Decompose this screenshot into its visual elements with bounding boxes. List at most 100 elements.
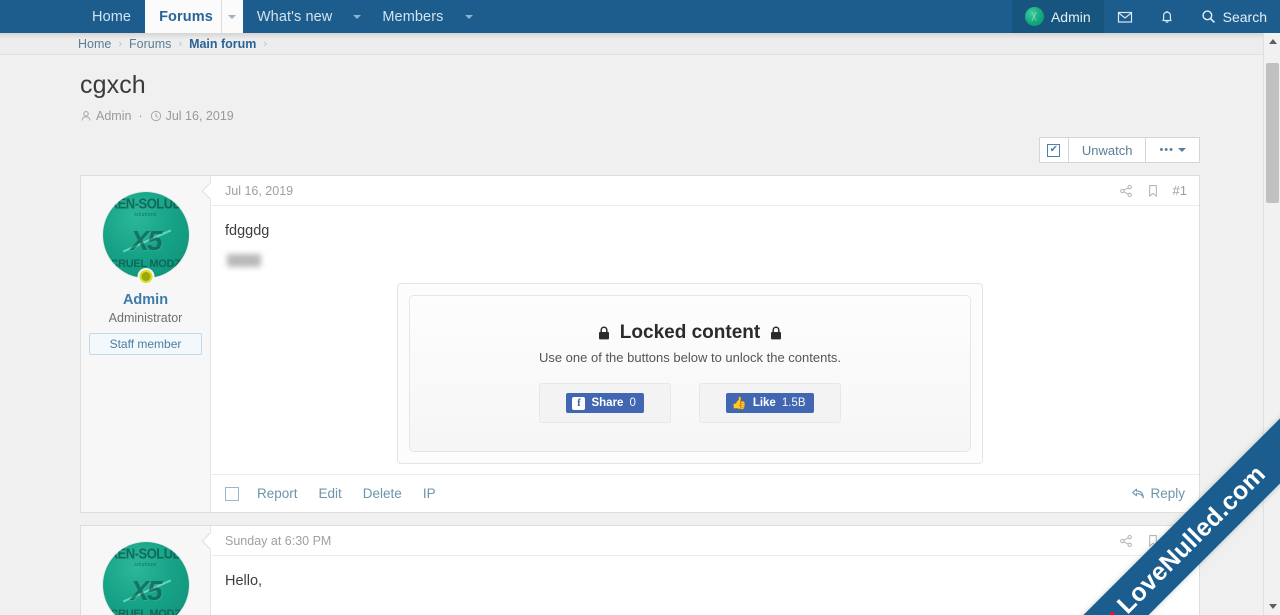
locked-content-box: Locked content Use one of the buttons be… [397, 283, 983, 465]
nav-item-members-label: Members [382, 8, 444, 25]
avatar[interactable]: XEN-SOLUD solutions X5 CRUEL MODZ [102, 542, 189, 615]
nav-item-members[interactable]: Members [368, 0, 457, 33]
locked-content-buttons: f Share 0 👍 Like 1.5B [420, 383, 960, 424]
thread-meta-separator: · [138, 109, 143, 123]
facebook-share-label: Share [591, 397, 624, 410]
page-root: Home Forums What's new Members Admin Sea… [0, 0, 1280, 615]
thread-author[interactable]: Admin [96, 109, 131, 123]
breadcrumb: Home › Forums › Main forum › [0, 33, 1280, 55]
nav-alerts-button[interactable] [1146, 0, 1188, 33]
avatar-logo-text: X5 [130, 575, 162, 607]
post-1-date[interactable]: Jul 16, 2019 [225, 184, 293, 198]
post-1-report-link[interactable]: Report [257, 486, 298, 501]
share-icon[interactable] [1119, 184, 1133, 198]
facebook-like-count: 1.5B [781, 397, 806, 410]
locked-content-title: Locked content [619, 322, 761, 344]
locked-content-subtitle: Use one of the buttons below to unlock t… [538, 350, 842, 366]
thread-more-menu-button[interactable]: ••• [1145, 137, 1200, 163]
watch-button-group: ✔ Unwatch ••• [1038, 137, 1200, 163]
page-scrollbar[interactable] [1263, 33, 1280, 615]
post-1-blurred-element [227, 254, 261, 268]
post-1-staff-badge: Staff member [89, 333, 202, 355]
page-content: cgxch Admin · Jul 16, 2019 ✔ Unwatch •••… [0, 71, 1280, 615]
post-1-author-panel: XEN-SOLUD solutions X5 CRUEL MODZ Admin … [81, 176, 211, 513]
post-1-header-actions: #1 [1119, 183, 1187, 198]
locked-content-inner: Locked content Use one of the buttons be… [409, 295, 971, 453]
post-2-text-line-1: Hello, [225, 573, 263, 590]
post-1-reply-button[interactable]: Reply [1131, 486, 1185, 501]
post-1-author-name[interactable]: Admin [89, 292, 202, 308]
post-1-footer: Report Edit Delete IP Reply [211, 474, 1199, 512]
facebook-like-shell: 👍 Like 1.5B [698, 383, 841, 424]
share-icon[interactable] [1119, 534, 1133, 548]
scrollbar-thumb[interactable] [1266, 63, 1279, 203]
post-1-select-checkbox[interactable] [225, 486, 239, 501]
facebook-like-label: Like [752, 397, 776, 410]
post-1-header: Jul 16, 2019 #1 [211, 176, 1199, 206]
facebook-share-shell: f Share 0 [539, 383, 671, 424]
bookmark-icon[interactable] [1147, 184, 1159, 198]
post-2-avatar-wrap: XEN-SOLUD solutions X5 CRUEL MODZ [102, 542, 189, 615]
facebook-icon: f [572, 396, 586, 410]
search-icon [1202, 10, 1215, 23]
scrollbar-down-arrow[interactable] [1264, 598, 1280, 615]
avatar-logo-text: X5 [130, 225, 162, 256]
post-1-delete-link[interactable]: Delete [363, 486, 402, 501]
facebook-share-count: 0 [629, 397, 636, 410]
bell-icon [1162, 10, 1172, 23]
unwatch-label: Unwatch [1081, 142, 1133, 158]
post-2-main: Sunday at 6:30 PM #2 [201, 526, 1199, 615]
nav-username-label: Admin [1050, 8, 1091, 25]
reply-arrow-icon [1132, 489, 1145, 499]
nav-item-home-label: Home [92, 8, 132, 25]
post-1-main: Jul 16, 2019 #1 fdggdg Locked content Us… [201, 176, 1199, 512]
nav-item-home[interactable]: Home [78, 0, 145, 33]
thread-action-bar: ✔ Unwatch ••• [80, 137, 1200, 163]
breadcrumb-item-main-forum[interactable]: Main forum [189, 37, 256, 51]
nav-item-forums-label: Forums [159, 8, 213, 25]
page-title: cgxch [80, 71, 146, 99]
locked-content-title-row: Locked content [420, 322, 960, 344]
thread-date: Jul 16, 2019 [165, 109, 234, 123]
unwatch-button[interactable]: Unwatch [1067, 137, 1147, 163]
nav-item-whats-new-label: What's new [256, 8, 333, 25]
post-2-body: Hello, Test.. : [211, 556, 1199, 615]
avatar-bottom-text: CRUEL MODZ [110, 608, 181, 615]
nav-user-menu[interactable]: Admin [1011, 0, 1104, 33]
nav-item-members-chevron-down-icon[interactable] [458, 0, 480, 33]
post-1-body: fdggdg [211, 206, 1199, 281]
avatar-sub-text: solutions [134, 562, 157, 569]
thumbs-up-icon: 👍 [731, 396, 747, 411]
post-2-header: Sunday at 6:30 PM #2 [211, 526, 1199, 557]
post-1-edit-link[interactable]: Edit [319, 486, 342, 501]
post-1-avatar-wrap: XEN-SOLUD solutions X5 CRUEL MODZ [102, 192, 189, 285]
facebook-like-button[interactable]: 👍 Like 1.5B [725, 393, 814, 414]
nav-inbox-button[interactable] [1104, 0, 1146, 33]
breadcrumb-item-home[interactable]: Home [78, 37, 111, 51]
nav-item-forums-chevron-down-icon[interactable] [220, 0, 243, 33]
breadcrumb-separator: › [118, 37, 123, 50]
avatar[interactable]: XEN-SOLUD solutions X5 CRUEL MODZ [102, 192, 189, 278]
breadcrumb-separator: › [178, 37, 183, 50]
post-1-reply-label: Reply [1150, 486, 1185, 502]
thread-meta: Admin · Jul 16, 2019 [80, 109, 1200, 123]
watch-checkbox-button[interactable]: ✔ [1038, 137, 1069, 163]
post-2-author-panel: XEN-SOLUD solutions X5 CRUEL MODZ Admin … [81, 526, 211, 615]
avatar-sub-text: solutions [134, 212, 157, 218]
avatar-top-text: XEN-SOLUD [109, 195, 182, 212]
facebook-share-button[interactable]: f Share 0 [566, 393, 644, 414]
nav-item-whats-new[interactable]: What's new [243, 0, 347, 33]
post-1-text: fdggdg [225, 223, 270, 239]
lock-icon [771, 326, 782, 340]
post-2-date[interactable]: Sunday at 6:30 PM [225, 534, 331, 548]
post-1-author-role: Administrator [108, 311, 183, 325]
nav-item-forums[interactable]: Forums [145, 0, 221, 33]
nav-search-button[interactable]: Search [1188, 0, 1280, 33]
post-2-spacer [225, 593, 1185, 615]
nav-item-whats-new-chevron-down-icon[interactable] [346, 0, 368, 33]
scrollbar-up-arrow[interactable] [1264, 33, 1280, 50]
ellipsis-icon: ••• [1159, 144, 1174, 156]
post-1-ip-link[interactable]: IP [423, 486, 436, 501]
breadcrumb-item-forums[interactable]: Forums [129, 37, 171, 51]
post-1-number[interactable]: #1 [1173, 183, 1187, 198]
